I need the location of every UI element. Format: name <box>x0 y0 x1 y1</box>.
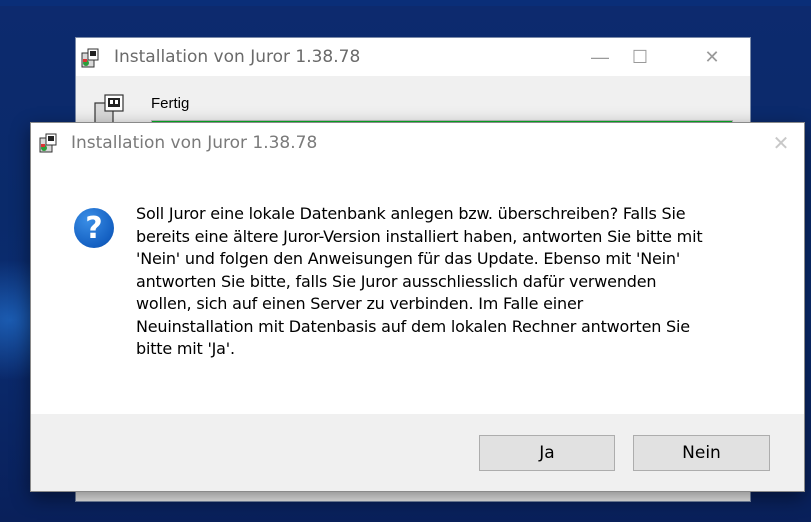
dialog-message: Soll Juror eine lokale Datenbank anlegen… <box>136 204 703 358</box>
desktop-edge <box>0 0 811 6</box>
dialog-close-button[interactable]: ✕ <box>758 123 804 163</box>
dialog-titlebar[interactable]: Installation von Juror 1.38.78 ✕ <box>31 123 804 163</box>
minimize-icon: — <box>591 46 609 67</box>
question-icon: ? <box>74 208 114 248</box>
installer-app-icon <box>81 48 99 68</box>
yes-button[interactable]: Ja <box>479 435 615 471</box>
question-dialog: Installation von Juror 1.38.78 ✕ ? Soll … <box>30 122 805 492</box>
maximize-button[interactable]: ☐ <box>610 38 670 76</box>
installer-titlebar[interactable]: Installation von Juror 1.38.78 — ☐ ✕ <box>76 38 750 76</box>
close-icon: ✕ <box>772 132 790 155</box>
close-icon: ✕ <box>704 46 720 67</box>
no-button[interactable]: Nein <box>633 435 770 471</box>
dialog-title: Installation von Juror 1.38.78 <box>71 133 318 153</box>
installer-title: Installation von Juror 1.38.78 <box>114 47 361 67</box>
maximize-icon: ☐ <box>631 46 649 67</box>
dialog-app-icon <box>39 133 57 153</box>
dialog-button-bar: Ja Nein <box>31 414 804 491</box>
installer-close-button[interactable]: ✕ <box>682 38 742 76</box>
installer-step-label: Fertig <box>151 95 190 112</box>
question-mark-glyph: ? <box>85 210 103 246</box>
